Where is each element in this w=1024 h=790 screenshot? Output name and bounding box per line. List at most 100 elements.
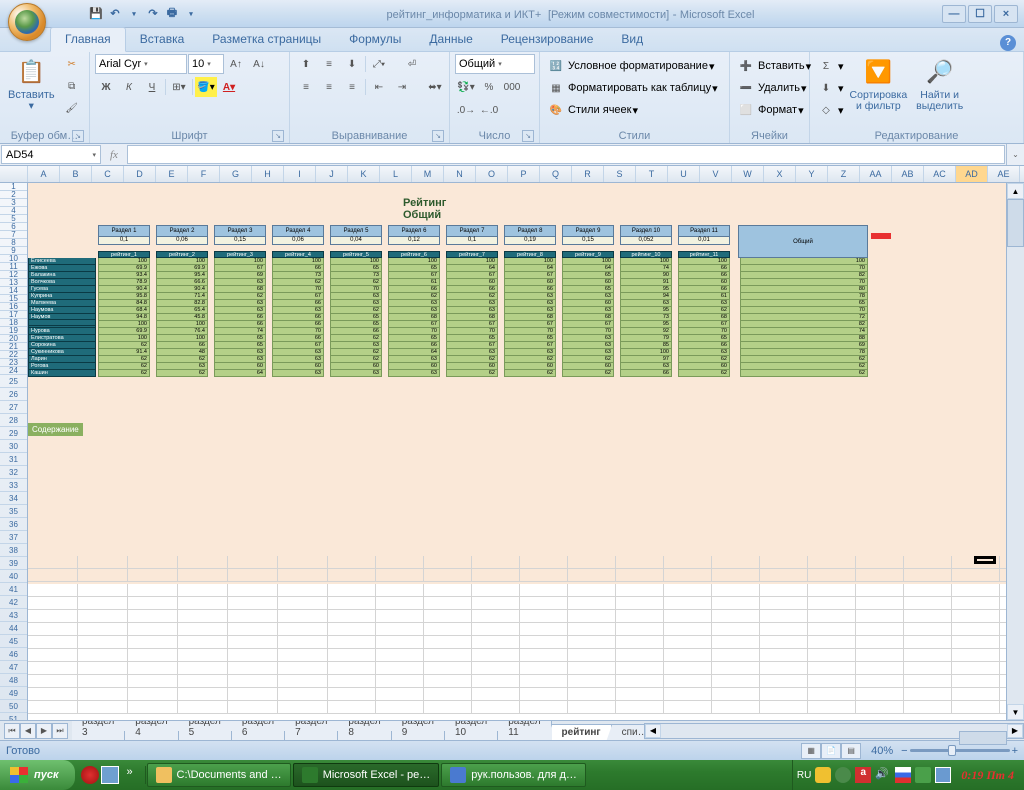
data-cell[interactable]: 60: [214, 363, 266, 370]
find-select-button[interactable]: 🔎 Найти и выделить: [913, 54, 966, 114]
data-cell[interactable]: 93.4: [98, 272, 150, 279]
data-cell[interactable]: 68: [388, 314, 440, 321]
cell-styles-button[interactable]: 🎨Стили ячеек ▾: [545, 100, 638, 120]
student-name[interactable]: Кашин: [28, 370, 96, 377]
data-cell[interactable]: 66: [272, 314, 324, 321]
overall-cell[interactable]: 78: [740, 349, 868, 356]
select-all-corner[interactable]: [0, 166, 28, 182]
student-name[interactable]: Сорокина: [28, 342, 96, 349]
row-header[interactable]: 48: [0, 674, 27, 687]
office-button[interactable]: [8, 3, 46, 41]
data-cell[interactable]: 45.8: [156, 314, 208, 321]
overall-cell[interactable]: 62: [740, 363, 868, 370]
data-cell[interactable]: 100: [388, 258, 440, 265]
overall-cell[interactable]: 65: [740, 300, 868, 307]
name-box[interactable]: AD54▾: [1, 145, 101, 164]
row-header[interactable]: 29: [0, 427, 27, 440]
col-header[interactable]: Y: [796, 166, 828, 182]
data-cell[interactable]: 74: [214, 328, 266, 335]
data-cell[interactable]: 90.4: [98, 286, 150, 293]
overall-cell[interactable]: 82: [740, 272, 868, 279]
col-header[interactable]: E: [156, 166, 188, 182]
data-cell[interactable]: 63: [330, 300, 382, 307]
contents-link[interactable]: Содержание: [28, 423, 83, 436]
data-cell[interactable]: 63: [272, 307, 324, 314]
fx-icon[interactable]: fx: [110, 149, 118, 161]
data-cell[interactable]: 63: [504, 349, 556, 356]
data-cell[interactable]: 63: [214, 307, 266, 314]
data-cell[interactable]: 68: [504, 314, 556, 321]
data-cell[interactable]: 65.4: [156, 307, 208, 314]
data-cell[interactable]: 70: [272, 286, 324, 293]
row-header[interactable]: 35: [0, 505, 27, 518]
tab-next-icon[interactable]: ▶: [36, 723, 52, 739]
data-cell[interactable]: 70: [272, 328, 324, 335]
data-cell[interactable]: 62: [504, 370, 556, 377]
tray-shield-icon[interactable]: [815, 767, 831, 783]
delete-cells-button[interactable]: ➖Удалить ▾: [735, 78, 807, 98]
student-name[interactable]: Волчкова: [28, 279, 96, 286]
ribbon-tab-5[interactable]: Рецензирование: [487, 28, 608, 51]
data-cell[interactable]: 100: [272, 258, 324, 265]
col-header[interactable]: AB: [892, 166, 924, 182]
data-cell[interactable]: 60: [272, 363, 324, 370]
cond-format-button[interactable]: 🔢Условное форматирование ▾: [545, 56, 714, 76]
student-name[interactable]: Матвеева: [28, 300, 96, 307]
data-cell[interactable]: 82.8: [156, 300, 208, 307]
tab-first-icon[interactable]: ⏮: [4, 723, 20, 739]
sort-filter-button[interactable]: 🔽 Сортировка и фильтр: [847, 54, 911, 114]
quick-print-icon[interactable]: 🖶: [164, 6, 180, 22]
data-cell[interactable]: 69.9: [156, 265, 208, 272]
data-cell[interactable]: 63: [678, 300, 730, 307]
cut-button[interactable]: ✂: [61, 54, 83, 74]
number-dialog-icon[interactable]: ↘: [522, 130, 534, 142]
row-header[interactable]: 25: [0, 375, 27, 388]
increase-indent-button[interactable]: ⇥: [391, 77, 413, 97]
col-header[interactable]: AA: [860, 166, 892, 182]
row-header[interactable]: 32: [0, 466, 27, 479]
undo-icon[interactable]: ↶: [107, 6, 123, 22]
sheet-tab[interactable]: раздел 9: [391, 721, 445, 740]
col-header[interactable]: Z: [828, 166, 860, 182]
data-cell[interactable]: 60: [504, 279, 556, 286]
data-cell[interactable]: 66: [388, 286, 440, 293]
autosum-button[interactable]: Σ▾: [815, 56, 844, 76]
data-cell[interactable]: 100: [562, 258, 614, 265]
hscroll-thumb[interactable]: [959, 731, 1007, 745]
data-cell[interactable]: 48: [156, 349, 208, 356]
data-cell[interactable]: 63: [678, 349, 730, 356]
row-header[interactable]: 47: [0, 661, 27, 674]
data-cell[interactable]: 63: [562, 335, 614, 342]
alignment-dialog-icon[interactable]: ↘: [432, 130, 444, 142]
view-pagebreak-button[interactable]: ▤: [841, 743, 861, 759]
data-cell[interactable]: 65: [504, 335, 556, 342]
data-cell[interactable]: 100: [446, 258, 498, 265]
data-cell[interactable]: 62: [98, 370, 150, 377]
data-cell[interactable]: 65: [562, 286, 614, 293]
accounting-button[interactable]: 💱▾: [455, 77, 477, 97]
data-cell[interactable]: 68: [678, 314, 730, 321]
data-cell[interactable]: 63: [504, 300, 556, 307]
data-cell[interactable]: 65: [330, 314, 382, 321]
data-cell[interactable]: 62: [214, 293, 266, 300]
row-header[interactable]: 38: [0, 544, 27, 557]
clock[interactable]: 0:19 Пт 4: [955, 768, 1020, 783]
data-cell[interactable]: 100: [156, 258, 208, 265]
data-cell[interactable]: 70: [504, 328, 556, 335]
data-cell[interactable]: 63: [388, 307, 440, 314]
row-header[interactable]: 50: [0, 700, 27, 713]
italic-button[interactable]: К: [118, 77, 140, 97]
data-cell[interactable]: 100: [156, 335, 208, 342]
data-cell[interactable]: 66: [678, 342, 730, 349]
data-cell[interactable]: 63: [272, 356, 324, 363]
paste-button[interactable]: 📋 Вставить▾: [5, 54, 58, 114]
data-cell[interactable]: 100: [156, 321, 208, 328]
sheet-tab[interactable]: раздел 3: [72, 721, 125, 740]
data-cell[interactable]: 91: [620, 279, 672, 286]
insert-cells-button[interactable]: ➕Вставить ▾: [735, 56, 811, 76]
data-cell[interactable]: 63: [620, 300, 672, 307]
ribbon-tab-1[interactable]: Вставка: [126, 28, 199, 51]
overall-cell[interactable]: 82: [740, 321, 868, 328]
align-middle-button[interactable]: ≡: [318, 54, 340, 74]
ribbon-tab-3[interactable]: Формулы: [335, 28, 415, 51]
